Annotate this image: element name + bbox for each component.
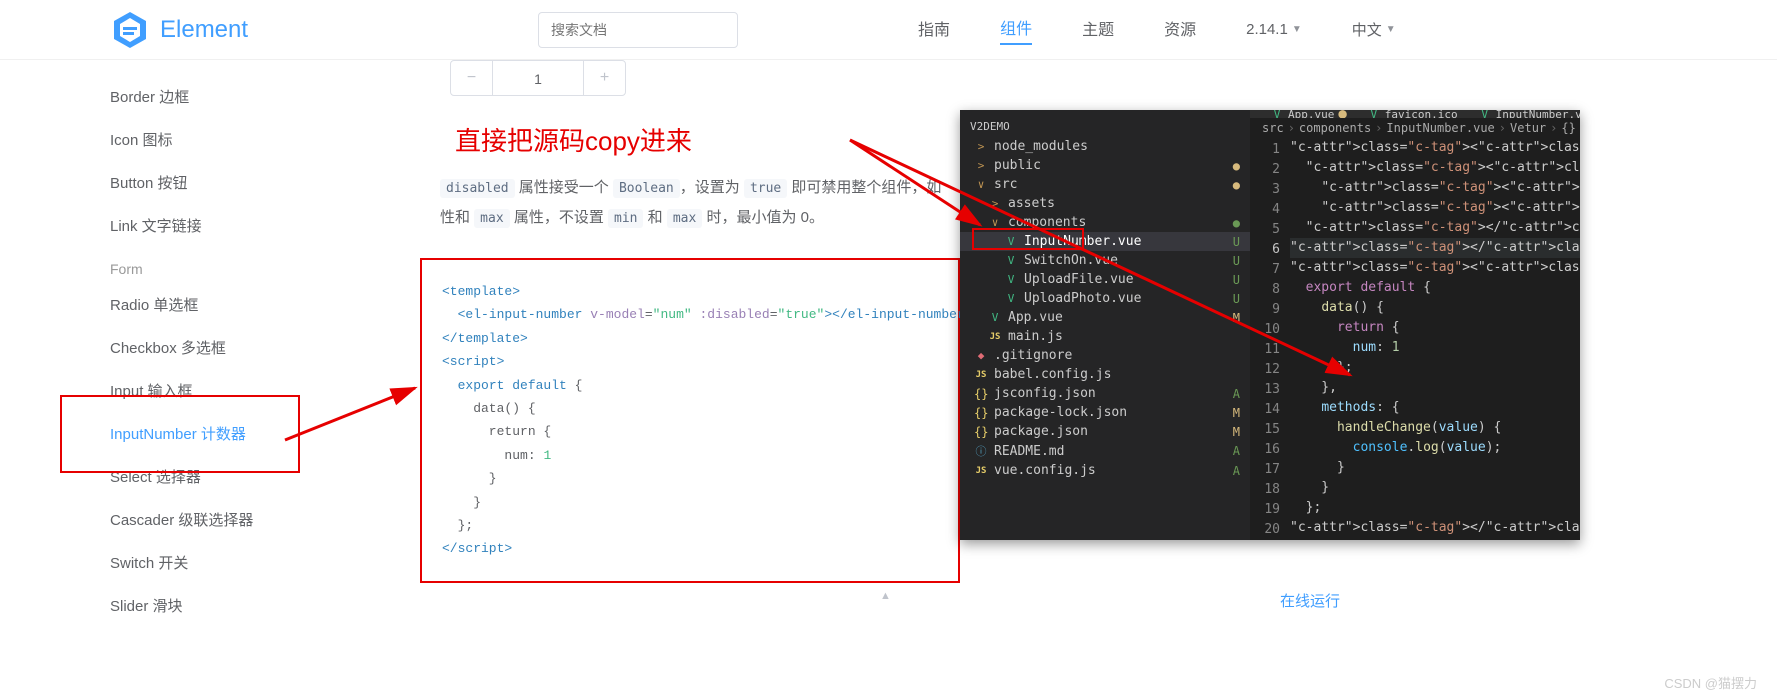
nav-component[interactable]: 组件 [1000,15,1032,45]
vscode-tab[interactable]: VInputNumber.vue [1468,110,1580,118]
vscode-tree-item[interactable]: VSwitchOn.vueU [960,251,1250,270]
vscode-tab[interactable]: Vfavicon.ico [1357,110,1468,118]
vscode-tree-item[interactable]: >node_modules [960,137,1250,156]
vscode-breadcrumb: src › components › InputNumber.vue › Vet… [1250,118,1580,138]
code-min: min [608,209,643,228]
vscode-editor: VApp.vue ●Vfavicon.icoVInputNumber.vue s… [1250,110,1580,540]
vscode-tree-item[interactable]: JSbabel.config.js [960,365,1250,384]
chevron-down-icon: ▼ [1386,24,1396,35]
sidebar-item-switch[interactable]: Switch 开关 [110,541,370,584]
code-max2: max [667,209,702,228]
vscode-explorer: V2DEMO >node_modules>public●∨src●>assets… [960,110,1250,540]
logo[interactable]: Element [110,10,248,50]
vscode-tree-item[interactable]: >assets [960,194,1250,213]
nav-guide[interactable]: 指南 [918,16,950,44]
vscode-tree-item[interactable]: >public● [960,156,1250,175]
code-true: true [744,179,787,198]
search-box [538,12,738,48]
code-disabled: disabled [440,179,515,198]
lang-select[interactable]: 中文▼ [1352,19,1396,40]
top-nav: 指南 组件 主题 资源 2.14.1▼ 中文▼ [918,15,1396,45]
annotation-sidebar-box [60,395,300,473]
header: Element 指南 组件 主题 资源 2.14.1▼ 中文▼ [0,0,1777,60]
vscode-tab[interactable]: VApp.vue ● [1260,110,1357,118]
vscode-lines[interactable]: "c-attr">class="c-tag"><"c-attr">class="… [1290,138,1580,540]
sidebar-item-slider[interactable]: Slider 滑块 [110,584,370,627]
sidebar-group-form: Form [110,247,370,283]
vscode-tree-item[interactable]: ⓘREADME.mdA [960,441,1250,461]
sidebar-item-button[interactable]: Button 按钮 [110,161,370,204]
sidebar: Border 边框 Icon 图标 Button 按钮 Link 文字链接 Fo… [110,75,370,627]
counter-value[interactable]: 1 [493,61,583,95]
sidebar-item-radio[interactable]: Radio 单选框 [110,283,370,326]
annotation-file-box [972,228,1084,250]
logo-text: Element [160,16,248,44]
vscode-tree-item[interactable]: {}jsconfig.jsonA [960,384,1250,403]
sidebar-item-checkbox[interactable]: Checkbox 多选框 [110,326,370,369]
input-number-demo: − 1 + [450,60,626,96]
sidebar-item-link[interactable]: Link 文字链接 [110,204,370,247]
vscode-code: 1234567891011121314151617181920 "c-attr"… [1250,138,1580,540]
vscode-tree-item[interactable]: ∨src● [960,175,1250,194]
nav-resource[interactable]: 资源 [1164,16,1196,44]
vscode-tree-item[interactable]: {}package.jsonM [960,422,1250,441]
sidebar-item-border[interactable]: Border 边框 [110,75,370,118]
vscode-gutter: 1234567891011121314151617181920 [1250,138,1290,540]
vscode-tree-item[interactable]: JSmain.js [960,327,1250,346]
vscode-tree-item[interactable]: {}package-lock.jsonM [960,403,1250,422]
code-example: <template> <el-input-number v-model="num… [420,258,960,583]
sidebar-item-cascader[interactable]: Cascader 级联选择器 [110,498,370,541]
vscode-tabs: VApp.vue ●Vfavicon.icoVInputNumber.vue [1250,110,1580,118]
sidebar-item-icon[interactable]: Icon 图标 [110,118,370,161]
version-select[interactable]: 2.14.1▼ [1246,21,1302,38]
nav-theme[interactable]: 主题 [1082,16,1114,44]
vscode-window: V2DEMO >node_modules>public●∨src●>assets… [960,110,1580,540]
annotation-text: 直接把源码copy进来 [455,121,960,158]
code-max: max [474,209,509,228]
vscode-tree-item[interactable]: VApp.vueM [960,308,1250,327]
vscode-tree-item[interactable]: ◆.gitignore [960,346,1250,365]
counter-increase[interactable]: + [583,61,625,95]
counter-decrease[interactable]: − [451,61,493,95]
main-content: − 1 + 直接把源码copy进来 disabled 属性接受一个 Boolea… [420,60,960,583]
element-logo-icon [110,10,150,50]
vscode-tree-item[interactable]: VUploadFile.vueU [960,270,1250,289]
code-boolean: Boolean [613,179,680,198]
caret-up-icon[interactable]: ▲ [880,590,891,602]
watermark: CSDN @猫摆力 [1664,673,1757,692]
vscode-project-name: V2DEMO [960,116,1250,137]
description: disabled 属性接受一个 Boolean，设置为 true 即可禁用整个组… [440,173,960,233]
search-input[interactable] [538,12,738,48]
vscode-tree-item[interactable]: JSvue.config.jsA [960,461,1250,480]
chevron-down-icon: ▼ [1292,24,1302,35]
vscode-tree-item[interactable]: VUploadPhoto.vueU [960,289,1250,308]
